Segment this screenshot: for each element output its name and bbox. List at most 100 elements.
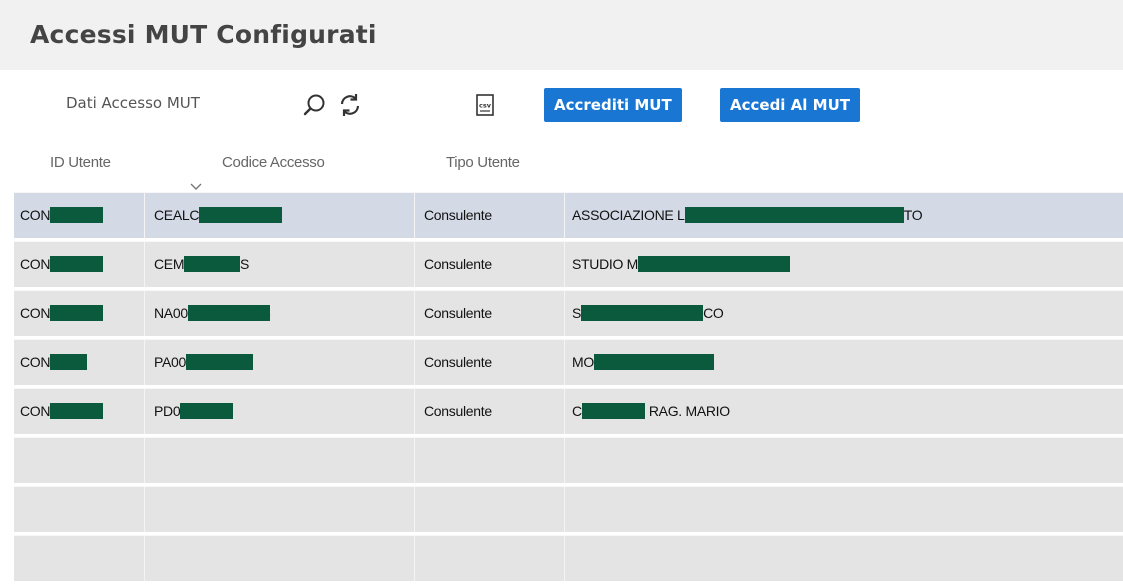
column-divider	[144, 291, 145, 336]
column-divider	[414, 242, 415, 287]
cell-id-utente[interactable]: CON_000020	[20, 242, 144, 287]
redacted-text: CON_000098	[187, 305, 271, 321]
cell-text: ASSOCIAZIONE L	[572, 207, 685, 223]
cell-text: CO	[703, 305, 724, 321]
redacted-text: ILVESTRE DOMENI	[581, 305, 704, 321]
cell-text: C	[572, 403, 582, 419]
cell-id-utente[interactable]: CON_000040	[20, 193, 144, 238]
cell-ragione-sociale[interactable]: SILVESTRE DOMENICO	[572, 291, 1112, 336]
column-divider	[414, 291, 415, 336]
cell-text: MO	[572, 354, 594, 370]
sort-chevron-down-icon[interactable]	[190, 183, 202, 191]
column-divider	[144, 487, 145, 532]
empty-table-row	[14, 486, 1123, 532]
cell-ragione-sociale[interactable]: MONDOIMPRESA SRL	[572, 340, 1112, 385]
redacted-text: CON_AS	[184, 256, 240, 272]
cell-text: STUDIO M	[572, 256, 639, 272]
column-divider	[414, 487, 415, 532]
cell-tipo-utente[interactable]: Consulente	[424, 193, 562, 238]
column-divider	[564, 291, 565, 336]
cell-text: CON	[20, 207, 51, 223]
cell-text: TO	[903, 207, 923, 223]
redacted-text: _000040	[50, 207, 103, 223]
cell-id-utente[interactable]: CON_1143	[20, 340, 144, 385]
column-divider	[414, 340, 415, 385]
cell-text: PD0	[154, 403, 181, 419]
table-row[interactable]: CON_000020 CEMCON_ASS Consulente STUDIO MON…	[14, 241, 1123, 287]
table-row[interactable]: CON_000098 NA00CON_000098 Consulente SILVES…	[14, 290, 1123, 336]
column-divider	[564, 487, 565, 532]
table-row[interactable]: CON_000040 CEALCCON_000040 Consulente ASSOC…	[14, 192, 1123, 238]
grid-header: ID Utente Codice Accesso Tipo Utente	[14, 140, 1123, 192]
column-divider	[564, 438, 565, 483]
svg-text:csv: csv	[479, 102, 492, 110]
column-header-id-utente[interactable]: ID Utente	[50, 154, 111, 171]
cell-ragione-sociale[interactable]: CONTARINI RAG. MARIO	[572, 389, 1112, 434]
cell-codice-accesso[interactable]: CEALCCON_000040	[154, 193, 412, 238]
refresh-icon[interactable]	[337, 92, 363, 118]
column-header-codice-accesso[interactable]: Codice Accesso	[222, 154, 325, 171]
redacted-text: ONTI DOTT. AMBROGIO	[638, 256, 791, 272]
column-divider	[414, 438, 415, 483]
column-divider	[414, 536, 415, 581]
column-divider	[414, 389, 415, 434]
column-divider	[144, 389, 145, 434]
cell-text: PA00	[154, 354, 187, 370]
page-title: Accessi MUT Configurati	[30, 20, 377, 49]
cell-text: CON	[20, 354, 51, 370]
column-divider	[144, 536, 145, 581]
csv-export-icon[interactable]: csv	[472, 92, 498, 118]
redacted-text: IBERA ARTIGIANI CASALE MONFE	[684, 207, 904, 223]
accedi-al-mut-button[interactable]: Accedi Al MUT	[720, 88, 860, 122]
cell-id-utente[interactable]: CON_000015	[20, 389, 144, 434]
column-divider	[144, 438, 145, 483]
cell-tipo-utente[interactable]: Consulente	[424, 242, 562, 287]
column-divider	[564, 389, 565, 434]
cell-text: CEM	[154, 256, 185, 272]
empty-table-row	[14, 535, 1123, 581]
column-divider	[144, 340, 145, 385]
empty-table-row	[14, 437, 1123, 483]
redacted-text: NDOIMPRESA SRL	[593, 354, 715, 370]
redacted-text: _000020	[50, 256, 103, 272]
cell-text: S	[240, 256, 250, 272]
cell-ragione-sociale[interactable]: STUDIO MONTI DOTT. AMBROGIO	[572, 242, 1112, 287]
redacted-text: _000098	[50, 305, 103, 321]
redacted-text: CON_15	[180, 403, 234, 419]
cell-tipo-utente[interactable]: Consulente	[424, 340, 562, 385]
cell-text: CON	[20, 305, 51, 321]
cell-tipo-utente[interactable]: Consulente	[424, 291, 562, 336]
cell-codice-accesso[interactable]: PA00CON_1143	[154, 340, 412, 385]
cell-tipo-utente[interactable]: Consulente	[424, 389, 562, 434]
redacted-text: CON_000040	[199, 207, 282, 223]
accrediti-mut-button[interactable]: Accrediti MUT	[544, 88, 682, 122]
search-icon[interactable]	[302, 92, 328, 118]
redacted-text: _000015	[50, 403, 103, 419]
toolbar: Dati Accesso MUT csv Accrediti MUT Acced…	[14, 72, 1123, 140]
cell-text: CON	[20, 256, 51, 272]
toolbar-label: Dati Accesso MUT	[66, 94, 200, 112]
cell-id-utente[interactable]: CON_000098	[20, 291, 144, 336]
column-divider	[564, 193, 565, 238]
column-divider	[564, 242, 565, 287]
cell-text: CON	[20, 403, 51, 419]
cell-codice-accesso[interactable]: CEMCON_ASS	[154, 242, 412, 287]
cell-text: RAG. MARIO	[645, 403, 730, 419]
column-divider	[144, 242, 145, 287]
title-bar: Accessi MUT Configurati	[0, 0, 1123, 70]
column-divider	[144, 193, 145, 238]
column-header-tipo-utente[interactable]: Tipo Utente	[446, 154, 520, 171]
cell-text: NA00	[154, 305, 188, 321]
table-row[interactable]: CON_1143 PA00CON_1143 Consulente MONDOIMPRE…	[14, 339, 1123, 385]
column-divider	[414, 193, 415, 238]
cell-codice-accesso[interactable]: PD0CON_15	[154, 389, 412, 434]
data-grid: ID Utente Codice Accesso Tipo Utente CON…	[14, 140, 1123, 584]
redacted-text: _1143	[50, 354, 87, 370]
table-row[interactable]: CON_000015 PD0CON_15 Consulente CONTARINI R…	[14, 388, 1123, 434]
cell-ragione-sociale[interactable]: ASSOCIAZIONE LIBERA ARTIGIANI CASALE MON…	[572, 193, 1112, 238]
grid-body: CON_000040 CEALCCON_000040 Consulente ASSOC…	[14, 192, 1123, 581]
cell-codice-accesso[interactable]: NA00CON_000098	[154, 291, 412, 336]
cell-text: CEALC	[154, 207, 200, 223]
redacted-text: CON_1143	[186, 354, 253, 370]
cell-text: S	[572, 305, 582, 321]
